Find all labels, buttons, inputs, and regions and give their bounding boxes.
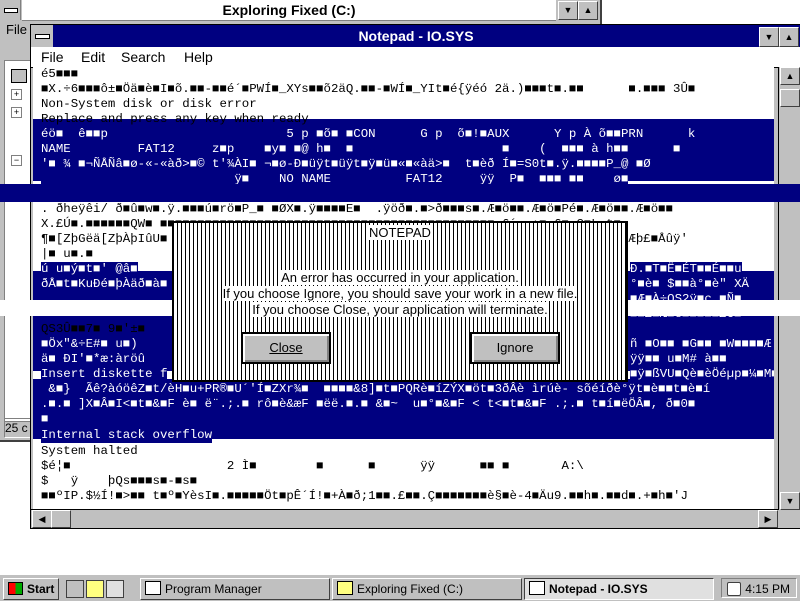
notepad-title-text: Notepad - IO.SYS bbox=[358, 28, 474, 44]
menu-help[interactable]: Help bbox=[184, 47, 213, 67]
explorer-tree-pane[interactable]: + + − bbox=[4, 60, 32, 422]
text-fragment: Ð.■T■Ë■ÉT■■É■■u bbox=[630, 262, 742, 277]
dialog-title: NOTEPAD bbox=[174, 223, 626, 243]
text-line: QS3Û■■7■ 9■'±■ bbox=[41, 322, 146, 336]
text-line: ä■ ÐI'■*æ:àröû bbox=[41, 352, 146, 367]
task-program-manager[interactable]: Program Manager bbox=[140, 578, 330, 600]
text-fragment: ÿÿ■■ u■M# à■■ bbox=[630, 352, 727, 367]
scroll-down-arrow-icon[interactable]: ▼ bbox=[780, 492, 800, 510]
system-tray: 4:15 PM bbox=[721, 578, 797, 598]
notepad-system-menu-icon[interactable] bbox=[31, 25, 53, 47]
text-line: ðÅ■t■KuÐé■þÀäð■à■ bbox=[41, 277, 168, 292]
dialog-message-line: If you choose Close, your application wi… bbox=[174, 302, 626, 318]
start-label: Start bbox=[27, 582, 55, 596]
task-exploring[interactable]: Exploring Fixed (C:) bbox=[332, 578, 522, 600]
scroll-right-arrow-icon[interactable]: ▶ bbox=[758, 510, 778, 528]
glitch-band bbox=[0, 184, 800, 202]
dialog-message-line: If you choose Ignore, you should save yo… bbox=[174, 286, 626, 302]
text-line: Non-System disk or disk error bbox=[41, 97, 257, 111]
dialog-message-text: An error has occurred in your applicatio… bbox=[281, 270, 519, 285]
task-label: Program Manager bbox=[165, 582, 262, 596]
horizontal-scrollbar[interactable]: ◀ ▶ bbox=[31, 509, 779, 528]
text-line: NAME FAT12 z■p ■y■ ■@ h■ ■ ■ ( ■■■ à h■■… bbox=[41, 142, 681, 157]
taskbar: Start Program Manager Exploring Fixed (C… bbox=[0, 574, 800, 601]
error-dialog[interactable]: NOTEPAD An error has occurred in your ap… bbox=[172, 221, 628, 382]
close-button-label: Close bbox=[269, 340, 303, 355]
task-label: Exploring Fixed (C:) bbox=[357, 582, 464, 596]
notepad-menu-bar: File Edit Search Help bbox=[31, 47, 800, 68]
text-fragment: °■è■ $■■à°■è" XÄ bbox=[630, 277, 749, 292]
horizontal-scroll-thumb[interactable] bbox=[51, 510, 71, 528]
task-notepad[interactable]: Notepad - IO.SYS bbox=[524, 578, 714, 600]
text-line: Internal stack overflow bbox=[41, 428, 213, 443]
text-line: ■Öx"&÷E#■ u■) bbox=[41, 337, 138, 352]
text-line: ■ bbox=[41, 412, 49, 427]
text-line: Insert diskette f bbox=[41, 367, 168, 382]
close-button[interactable]: Close bbox=[241, 332, 331, 364]
text-line: Replace and press any key when ready bbox=[41, 112, 309, 126]
text-line: éö■ ê■■p 5 p ■õ■ ■CON G p õ■!■AUX Y p À … bbox=[41, 127, 696, 142]
ignore-button[interactable]: Ignore bbox=[470, 332, 560, 364]
clock[interactable]: 4:15 PM bbox=[745, 582, 790, 596]
explorer-icon[interactable] bbox=[86, 580, 104, 598]
text-fragment: ■ÿ■ßVU■Qè■èÖéµp■¼■M■&÷E bbox=[630, 367, 774, 382]
vertical-scroll-thumb[interactable] bbox=[780, 89, 800, 107]
text-line: ■X.÷6■■■ô±■Öä■è■I■õ.■■-■■é´■PWÍ■_XYs■■õ2… bbox=[41, 82, 696, 96]
text-line: é5■■■ bbox=[41, 67, 79, 81]
text-fragment: ñ ■O■■ ■G■■ ■W■■■■Æ bbox=[630, 337, 772, 352]
text-line: ú u■ý■t■' @â■ bbox=[41, 262, 138, 277]
text-line: .■.■ ]X■Â■I<■t■&■F è■ ë¨.;.■ rô■è&æF ■ëë… bbox=[41, 397, 696, 412]
start-button[interactable]: Start bbox=[3, 578, 59, 600]
folder-icon bbox=[337, 581, 353, 595]
vertical-scrollbar[interactable]: ▲ ▼ bbox=[778, 67, 800, 510]
menu-file[interactable]: File bbox=[41, 47, 64, 67]
explorer-title: Exploring Fixed (C:) bbox=[22, 0, 556, 21]
dialog-message-text: If you choose Ignore, you should save yo… bbox=[222, 286, 578, 301]
text-line: . ðheÿêi/ ð■û■w■.ÿ.■■■ú■rö■P_■ ■ØX■.ÿ■■■… bbox=[41, 202, 674, 216]
text-line: '■ ¾ ■¬ÑÅÑâ■ø-«-«àð>■© t'¾ÀI■ ¬■ø-Ð■üÿt■… bbox=[41, 157, 651, 172]
scroll-left-arrow-icon[interactable]: ◀ bbox=[32, 510, 52, 528]
task-label: Notepad - IO.SYS bbox=[549, 582, 648, 596]
notepad-maximize-button[interactable]: ▲ bbox=[779, 27, 799, 47]
explorer-minimize-button[interactable]: ▼ bbox=[558, 1, 578, 20]
explorer-menu-file[interactable]: File bbox=[6, 22, 27, 37]
menu-edit[interactable]: Edit bbox=[81, 47, 105, 67]
program-manager-icon bbox=[145, 581, 161, 595]
dialog-message-text: If you choose Close, your application wi… bbox=[252, 302, 548, 317]
text-line: $é¦■ 2 Ì■ ■ ■ ÿÿ ■■ ■ A:\ bbox=[41, 459, 584, 473]
text-line: ■■ºIP.$½Í!■>■■ t■º■YèsI■.■■■■■Öt■pÊ´Í!■+… bbox=[41, 489, 688, 503]
dialog-title-text: NOTEPAD bbox=[367, 225, 433, 240]
scroll-up-arrow-icon[interactable]: ▲ bbox=[780, 67, 800, 85]
text-line: &■} Ãê?àóöêZ■t/èH■u+PR®■U´'Í■ZXr¾■ ■■■■&… bbox=[41, 382, 711, 397]
speaker-icon[interactable] bbox=[727, 582, 741, 596]
dialog-message-line: An error has occurred in your applicatio… bbox=[174, 270, 626, 286]
tree-expand-icon[interactable]: + bbox=[11, 89, 22, 100]
text-line: |■ u■.■ bbox=[41, 247, 108, 261]
explorer-maximize-button[interactable]: ▲ bbox=[578, 1, 598, 20]
tree-expand-icon[interactable]: + bbox=[11, 107, 22, 118]
notepad-minimize-button[interactable]: ▼ bbox=[759, 27, 779, 47]
menu-search[interactable]: Search bbox=[121, 47, 165, 67]
tree-expand-icon[interactable]: − bbox=[11, 155, 22, 166]
desktop-icon[interactable] bbox=[66, 580, 84, 598]
windows-logo-icon bbox=[8, 582, 23, 595]
text-line: $ ÿ þQs■■■s■-■s■ bbox=[41, 474, 198, 488]
notepad-icon bbox=[529, 581, 545, 595]
notepad-title: Notepad - IO.SYS bbox=[31, 25, 800, 47]
explorer-system-menu-icon[interactable] bbox=[0, 0, 21, 20]
ignore-button-label: Ignore bbox=[496, 340, 534, 355]
computer-icon bbox=[11, 69, 27, 83]
text-line: System halted bbox=[41, 444, 138, 458]
inbox-icon[interactable] bbox=[106, 580, 124, 598]
